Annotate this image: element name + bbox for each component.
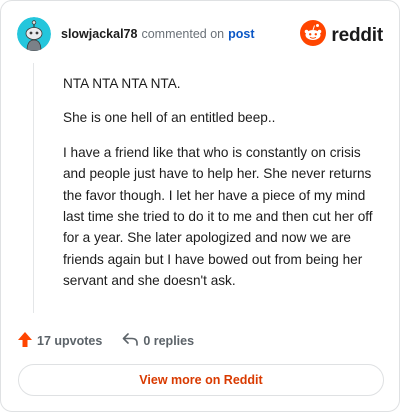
comment-card: slowjackal78 commented on post reddit NT… [0, 0, 400, 412]
username[interactable]: slowjackal78 [61, 27, 137, 41]
user-avatar-icon[interactable] [17, 17, 51, 51]
comment-paragraph: NTA NTA NTA NTA. [63, 76, 181, 91]
upvote-arrow-icon [17, 331, 33, 351]
comment-paragraph: I have a friend like that who is constan… [63, 144, 373, 289]
view-more-button[interactable]: View more on Reddit [18, 364, 384, 396]
reply-arrow-icon [122, 332, 139, 350]
thread-line [33, 63, 34, 313]
byline: slowjackal78 commented on post [61, 27, 255, 41]
reddit-logo-icon [300, 20, 327, 51]
replies-button[interactable]: 0 replies [122, 332, 194, 350]
comment-header: slowjackal78 commented on post reddit [17, 17, 383, 51]
action-text: commented on [141, 27, 225, 41]
comment-actions: 17 upvotes 0 replies [17, 331, 194, 351]
upvotes-count: 17 upvotes [37, 334, 103, 348]
brand-wordmark: reddit [331, 24, 383, 46]
upvote-button[interactable]: 17 upvotes [17, 331, 102, 351]
comment-body: NTA NTA NTA NTA. She is one hell of an e… [63, 73, 383, 305]
post-link[interactable]: post [228, 27, 254, 41]
comment-paragraph: She is one hell of an entitled beep.. [63, 110, 276, 126]
reddit-brand[interactable]: reddit [300, 20, 383, 51]
replies-count: 0 replies [143, 334, 195, 348]
